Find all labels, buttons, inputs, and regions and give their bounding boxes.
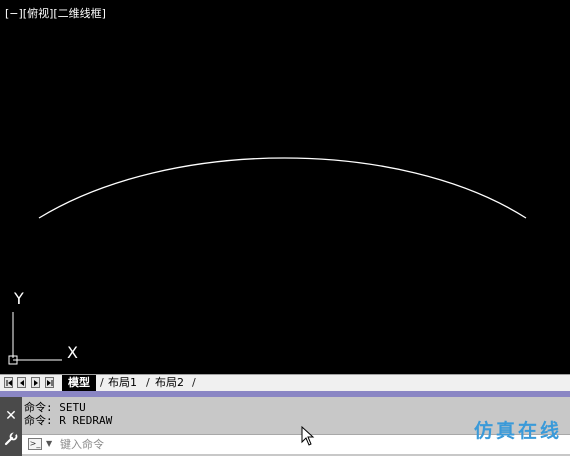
prev-arrow-icon[interactable] bbox=[17, 377, 26, 388]
tab-layout1[interactable]: 布局1 bbox=[102, 375, 143, 391]
first-arrow-icon[interactable] bbox=[4, 377, 13, 388]
mouse-cursor-icon bbox=[301, 426, 315, 446]
tab-layout2[interactable]: 布局2 bbox=[149, 375, 190, 391]
arc-curve[interactable] bbox=[38, 157, 527, 219]
chevron-down-icon[interactable]: ▼ bbox=[46, 438, 52, 450]
tab-separator: / bbox=[192, 376, 196, 389]
command-history-line: 命令: SETU bbox=[24, 401, 86, 414]
ucs-icon bbox=[8, 312, 62, 365]
command-line-sidebar: ✕ bbox=[0, 397, 22, 456]
last-arrow-icon[interactable] bbox=[45, 377, 54, 388]
ucs-y-axis-label: Y bbox=[14, 289, 24, 308]
command-history-line: 命令: R REDRAW bbox=[24, 414, 113, 427]
command-history: 命令: SETU 命令: R REDRAW bbox=[24, 401, 112, 427]
tab-model[interactable]: 模型 bbox=[62, 375, 96, 391]
layout-tab-bar: 模型 / 布局1 / 布局2 / bbox=[0, 374, 570, 391]
next-arrow-icon[interactable] bbox=[31, 377, 40, 388]
command-input[interactable] bbox=[60, 436, 420, 453]
wrench-icon[interactable] bbox=[3, 431, 19, 447]
ucs-x-axis-label: X bbox=[67, 343, 78, 362]
watermark-logo: 仿真在线 bbox=[473, 420, 562, 442]
command-prompt-icon[interactable]: >_ bbox=[28, 438, 42, 450]
drawing-viewport[interactable]: [−][俯视][二维线框] Y X bbox=[0, 0, 570, 374]
drawing-canvas[interactable] bbox=[0, 0, 570, 374]
close-icon[interactable]: ✕ bbox=[3, 408, 19, 424]
